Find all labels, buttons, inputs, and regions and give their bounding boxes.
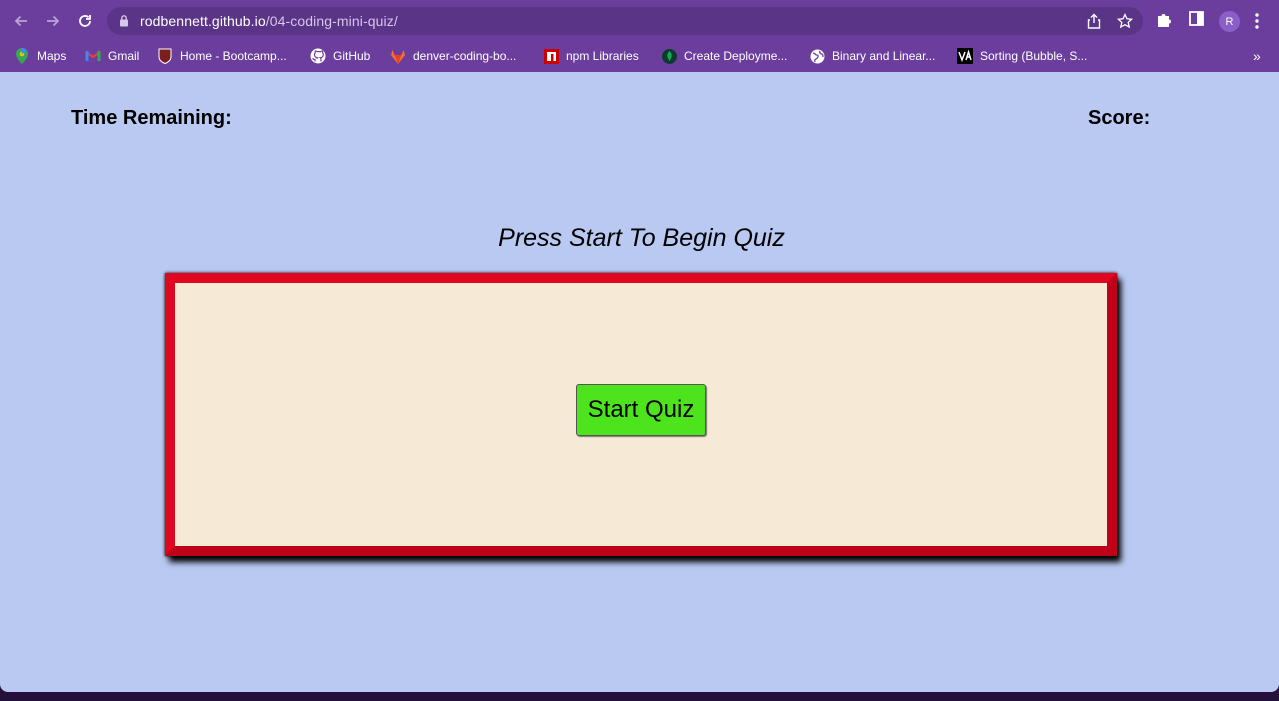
score-label: Score: xyxy=(1088,107,1151,129)
bookmark-label: Create Deployme... xyxy=(684,49,788,63)
maps-icon xyxy=(14,48,30,64)
bookmark-npm[interactable]: npm Libraries xyxy=(543,45,639,67)
url-host: rodbennett.github.io xyxy=(140,13,266,29)
quiz-prompt: Press Start To Begin Quiz xyxy=(498,224,785,252)
mongodb-icon xyxy=(661,48,677,64)
side-panel-icon[interactable] xyxy=(1189,11,1204,31)
gmail-icon xyxy=(85,48,101,64)
quiz-page: Time Remaining: Score: Press Start To Be… xyxy=(0,72,1279,692)
bookmark-maps[interactable]: Maps xyxy=(14,45,66,67)
npm-icon xyxy=(543,48,559,64)
globe-icon xyxy=(809,48,825,64)
bookmark-label: Binary and Linear... xyxy=(832,49,936,63)
share-icon[interactable] xyxy=(1087,13,1101,34)
visualgo-icon xyxy=(957,48,973,64)
quiz-container: Start Quiz xyxy=(165,273,1117,556)
bookmark-gmail[interactable]: Gmail xyxy=(85,45,139,67)
bookmark-label: Gmail xyxy=(108,49,140,63)
bookmark-label: denver-coding-bo... xyxy=(413,49,517,63)
bookmarks-bar: Maps Gmail Home - Bootcamp... GitHub den… xyxy=(0,42,1279,72)
bookmark-sorting[interactable]: Sorting (Bubble, S... xyxy=(957,45,1087,67)
bookmark-star-icon[interactable] xyxy=(1116,12,1134,34)
bookmark-deployment[interactable]: Create Deployme... xyxy=(661,45,787,67)
start-quiz-button[interactable]: Start Quiz xyxy=(576,384,706,436)
gitlab-icon xyxy=(390,48,406,64)
extensions-puzzle-icon[interactable] xyxy=(1156,11,1173,33)
url-text: rodbennett.github.io/04-coding-mini-quiz… xyxy=(140,13,398,29)
time-remaining-label: Time Remaining: xyxy=(71,107,232,129)
bookmark-label: Sorting (Bubble, S... xyxy=(980,49,1088,63)
bookmark-label: Maps xyxy=(37,49,67,63)
bookmark-binary-linear[interactable]: Binary and Linear... xyxy=(809,45,935,67)
more-menu-icon[interactable] xyxy=(1254,12,1260,35)
bookmark-label: Home - Bootcamp... xyxy=(180,49,287,63)
profile-avatar[interactable]: R xyxy=(1219,11,1240,32)
more-bookmarks-chevron-icon[interactable]: » xyxy=(1253,48,1261,64)
lock-icon xyxy=(119,14,129,32)
forward-arrow-icon[interactable] xyxy=(41,9,65,33)
reload-icon[interactable] xyxy=(73,9,97,33)
back-arrow-icon[interactable] xyxy=(9,9,33,33)
url-path: /04-coding-mini-quiz/ xyxy=(265,13,398,29)
bootcamp-icon xyxy=(157,48,173,64)
bookmark-label: GitHub xyxy=(333,49,371,63)
browser-toolbar: rodbennett.github.io/04-coding-mini-quiz… xyxy=(0,0,1279,42)
address-bar[interactable]: rodbennett.github.io/04-coding-mini-quiz… xyxy=(107,7,1143,35)
bookmark-bootcamp[interactable]: Home - Bootcamp... xyxy=(157,45,287,67)
github-icon xyxy=(310,48,326,64)
bookmark-github[interactable]: GitHub xyxy=(310,45,370,67)
bookmark-label: npm Libraries xyxy=(566,49,639,63)
bookmark-gitlab[interactable]: denver-coding-bo... xyxy=(390,45,516,67)
